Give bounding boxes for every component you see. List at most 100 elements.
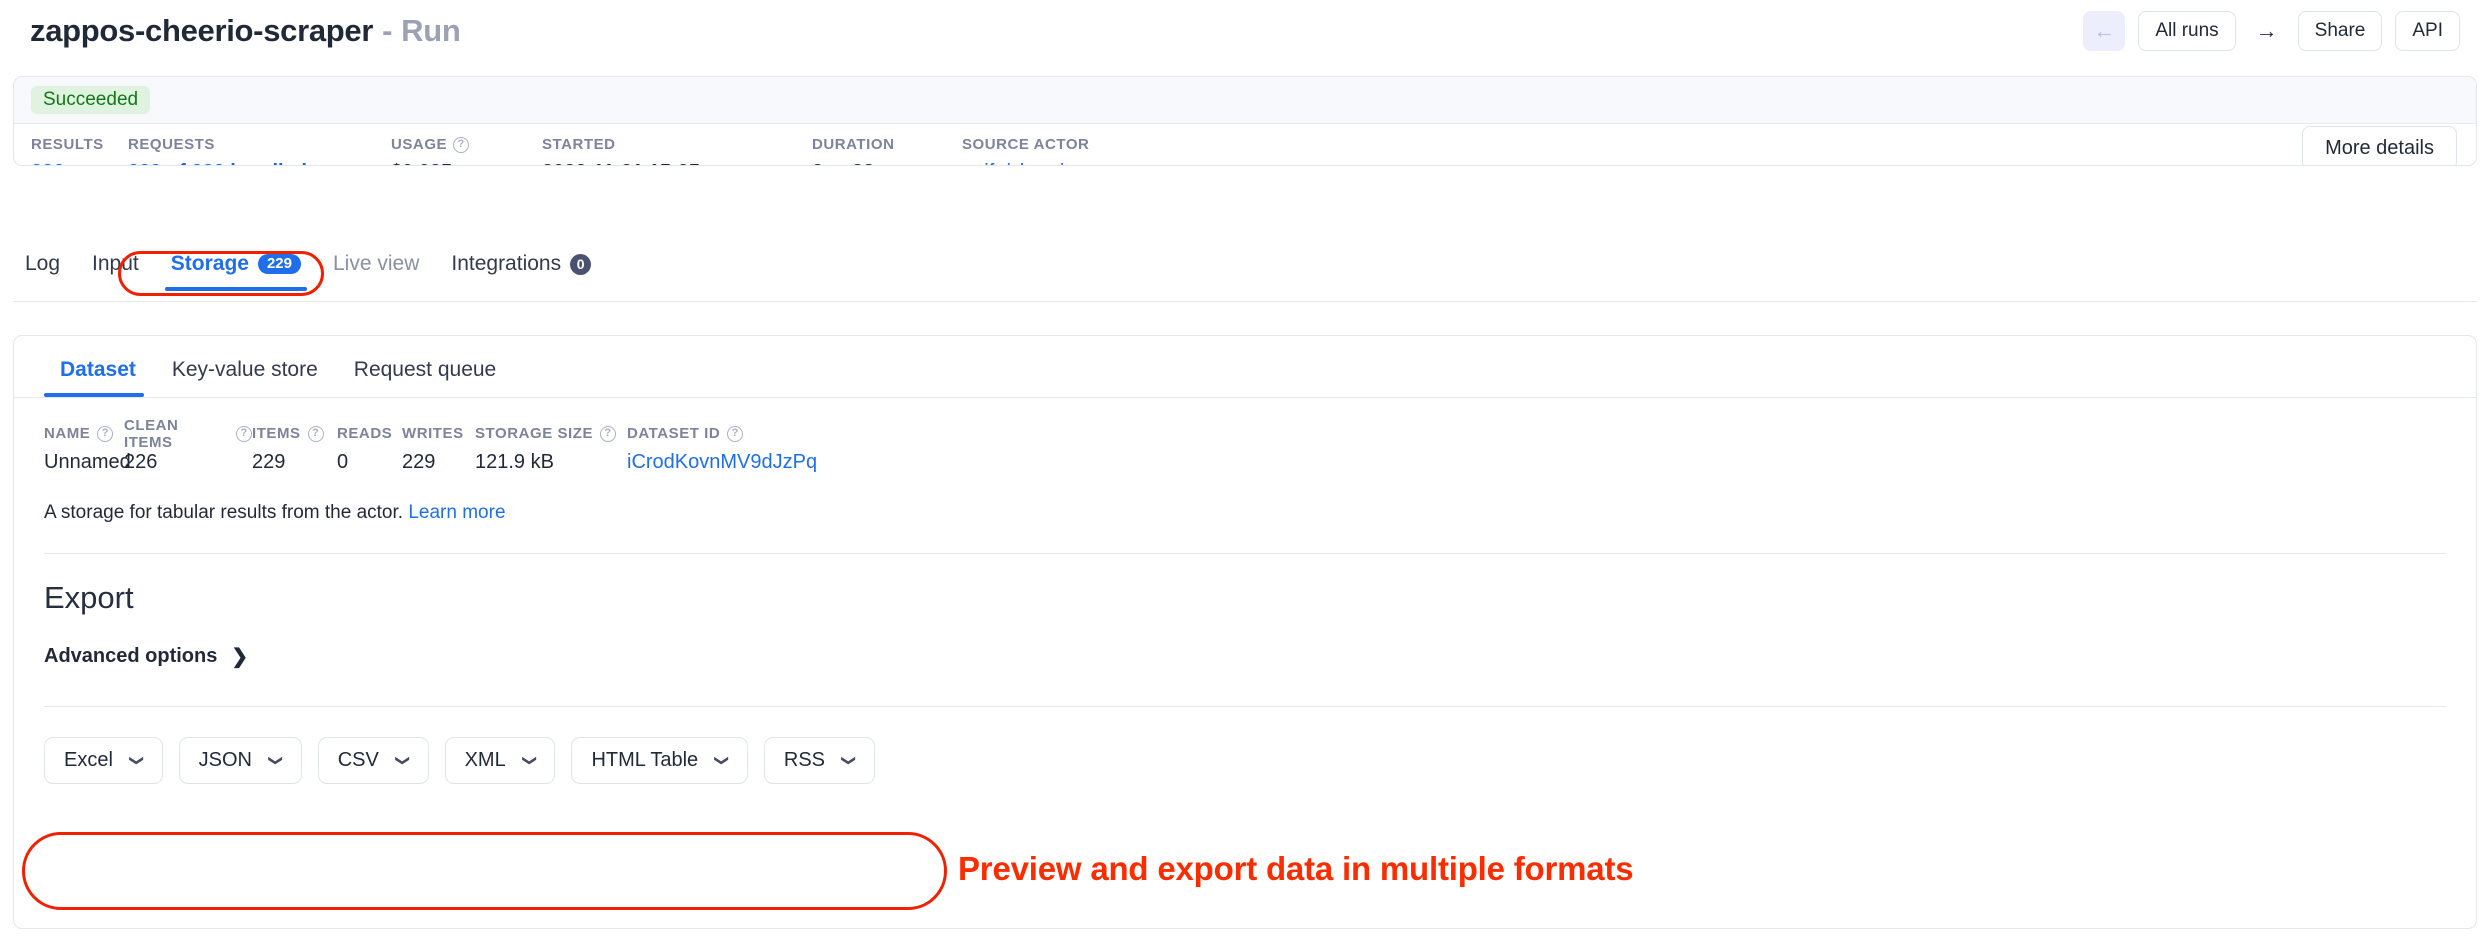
chevron-down-icon: ❯ <box>841 754 858 767</box>
storage-subtab-bar: Dataset Key-value store Request queue <box>14 336 2476 398</box>
tab-badge-count: 229 <box>257 254 301 274</box>
arrow-left-icon[interactable]: ← <box>2083 11 2126 51</box>
learn-more-link[interactable]: Learn more <box>408 502 505 523</box>
export-heading: Export <box>44 580 134 615</box>
stat-started: STARTED 2022-11-21 15:25 <box>542 135 812 165</box>
meta-value: 229 <box>402 451 436 473</box>
format-label: HTML Table <box>591 749 699 771</box>
tab-label: Live view <box>332 252 420 275</box>
meta-value: 0 <box>337 451 349 473</box>
tab-live-view[interactable]: Live view <box>317 252 435 291</box>
tab-label: Integrations <box>451 252 562 275</box>
stat-value: 2 m 38 s <box>812 161 962 165</box>
run-stats-row: RESULTS 226 REQUESTS 229 of 229 handled … <box>14 124 2476 165</box>
dataset-description-text: A storage for tabular results from the a… <box>44 502 404 523</box>
share-button[interactable]: Share <box>2297 11 2383 51</box>
meta-label: DATASET ID ? <box>627 424 817 443</box>
tab-input[interactable]: Input <box>76 252 155 291</box>
arrow-right-icon[interactable]: → <box>2249 11 2285 51</box>
chevron-down-icon: ❯ <box>395 754 412 767</box>
help-icon[interactable]: ? <box>307 425 324 442</box>
format-label: RSS <box>783 749 826 771</box>
help-icon[interactable]: ? <box>727 425 744 442</box>
meta-label: STORAGE SIZE ? <box>475 424 627 443</box>
chevron-down-icon: ❯ <box>129 754 146 767</box>
page-title: zappos-cheerio-scraper - Run <box>30 13 461 49</box>
meta-label-text: WRITES <box>402 425 464 442</box>
stat-label-text: SOURCE ACTOR <box>962 136 1090 153</box>
tab-label: Storage <box>170 252 249 275</box>
stat-source-actor: SOURCE ACTOR apify/cheerio-scraper <box>962 135 1149 165</box>
meta-label-text: ITEMS <box>252 425 301 442</box>
advanced-options-toggle[interactable]: Advanced options ❯ <box>14 616 248 669</box>
storage-panel: Dataset Key-value store Request queue NA… <box>13 335 2477 929</box>
stat-label: USAGE ? <box>391 135 542 154</box>
dataset-meta-row: NAME ? Unnamed CLEAN ITEMS ? 226 ITEMS ?… <box>14 398 2476 474</box>
export-format-csv[interactable]: CSV ❯ <box>317 737 429 784</box>
export-format-json[interactable]: JSON ❯ <box>178 737 302 784</box>
stat-duration: DURATION 2 m 38 s <box>812 135 962 165</box>
export-format-excel[interactable]: Excel ❯ <box>44 737 163 784</box>
meta-items: ITEMS ? 229 <box>252 424 337 474</box>
format-label: JSON <box>198 749 252 771</box>
dataset-description: A storage for tabular results from the a… <box>14 474 2476 524</box>
tab-integrations[interactable]: Integrations 0 <box>435 252 607 291</box>
meta-value: 121.9 kB <box>475 451 554 473</box>
format-label: XML <box>464 749 506 771</box>
meta-label-text: STORAGE SIZE <box>475 425 594 442</box>
stat-label-text: DURATION <box>812 136 895 153</box>
stat-value: 2022-11-21 15:25 <box>542 161 812 165</box>
meta-value: 229 <box>252 451 286 473</box>
meta-name: NAME ? Unnamed <box>44 424 131 474</box>
header-actions: ← All runs → Share API <box>2083 11 2460 51</box>
meta-value: 226 <box>124 451 158 473</box>
export-format-html-table[interactable]: HTML Table ❯ <box>571 737 748 784</box>
chevron-down-icon: ❯ <box>268 754 285 767</box>
subtab-request-queue[interactable]: Request queue <box>336 358 514 397</box>
annotation-callout-text: Preview and export data in multiple form… <box>958 850 1634 887</box>
run-detail-page: zappos-cheerio-scraper - Run ← All runs … <box>0 0 2490 946</box>
stat-label-text: STARTED <box>542 136 616 153</box>
stat-label: RESULTS <box>31 135 128 154</box>
main-tab-bar: Log Input Storage 229 Live view Integrat… <box>13 252 2477 302</box>
subtab-dataset[interactable]: Dataset <box>44 358 154 397</box>
stat-value: $0.025 <box>391 161 542 165</box>
stat-label: SOURCE ACTOR <box>962 135 1149 154</box>
tab-storage[interactable]: Storage 229 <box>155 252 317 291</box>
stat-results: RESULTS 226 <box>31 135 128 165</box>
stat-requests: REQUESTS 229 of 229 handled <box>128 135 391 165</box>
all-runs-button[interactable]: All runs <box>2138 11 2236 51</box>
help-icon[interactable]: ? <box>236 425 252 442</box>
more-details-button[interactable]: More details <box>2302 126 2457 165</box>
meta-label-text: NAME <box>44 425 91 442</box>
meta-label: NAME ? <box>44 424 124 443</box>
meta-label: CLEAN ITEMS ? <box>124 417 252 451</box>
page-header: zappos-cheerio-scraper - Run ← All runs … <box>0 0 2490 62</box>
more-details-wrapper: More details <box>2302 126 2457 165</box>
meta-reads: READS 0 <box>337 424 402 474</box>
meta-label: READS <box>337 424 402 443</box>
help-icon[interactable]: ? <box>600 425 617 442</box>
meta-value: Unnamed <box>44 451 131 473</box>
stat-value[interactable]: 226 <box>31 161 128 165</box>
subtab-key-value-store[interactable]: Key-value store <box>154 358 336 397</box>
stat-label-text: USAGE <box>391 136 448 153</box>
stat-label: REQUESTS <box>128 135 391 154</box>
tab-log[interactable]: Log <box>13 252 76 291</box>
format-label: Excel <box>64 749 113 771</box>
page-title-separator: - <box>382 13 393 48</box>
advanced-options-label: Advanced options <box>44 645 218 667</box>
help-icon[interactable]: ? <box>453 136 470 153</box>
chevron-down-icon: ❯ <box>714 754 731 767</box>
stat-value[interactable]: apify/cheerio-scraper <box>962 161 1149 165</box>
export-format-rss[interactable]: RSS ❯ <box>763 737 875 784</box>
api-button[interactable]: API <box>2395 11 2460 51</box>
stat-label-text: REQUESTS <box>128 136 215 153</box>
meta-value[interactable]: iCrodKovnMV9dJzPq <box>627 451 817 474</box>
help-icon[interactable]: ? <box>97 425 114 442</box>
stat-value[interactable]: 229 of 229 handled <box>128 161 391 165</box>
export-format-xml[interactable]: XML ❯ <box>444 737 556 784</box>
status-badge: Succeeded <box>31 86 151 114</box>
page-title-main: zappos-cheerio-scraper <box>30 13 374 48</box>
chevron-down-icon: ❯ <box>522 754 539 767</box>
